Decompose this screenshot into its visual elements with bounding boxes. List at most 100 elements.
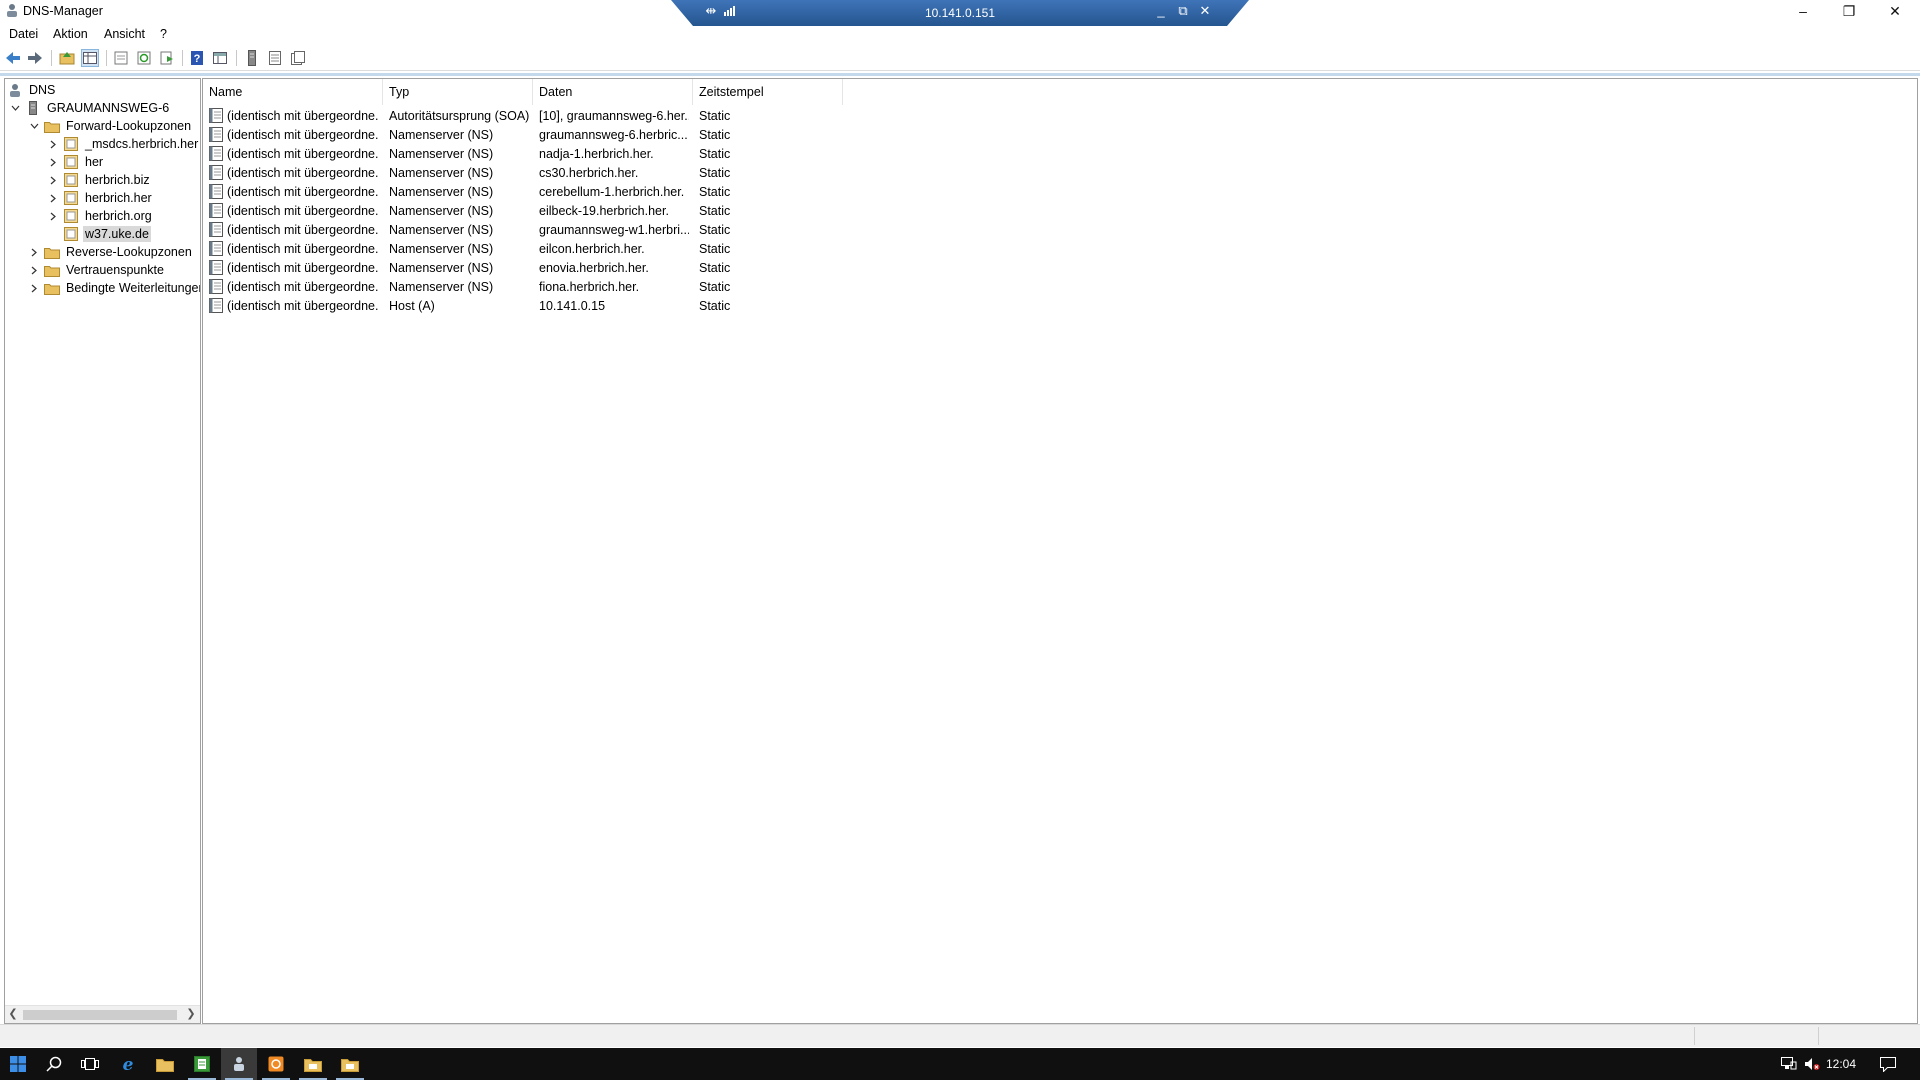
table-row[interactable]: (identisch mit übergeordne... Namenserver… [203,144,843,163]
chevron-right-icon[interactable] [28,246,40,258]
tree-item-zone[interactable]: herbrich.org [47,207,154,225]
record-list-icon[interactable] [266,49,284,67]
chevron-down-icon[interactable] [28,120,40,132]
search-icon[interactable] [36,1048,72,1080]
tree-item-label: herbrich.org [85,209,152,223]
toolbar: ? [0,46,1920,71]
tree-item-zone[interactable]: herbrich.her [47,189,154,207]
chevron-right-icon[interactable] [47,210,59,222]
chevron-right-icon[interactable] [28,264,40,276]
cell-name: (identisch mit übergeordne... [227,128,379,142]
records-list-pane[interactable]: Name Typ Daten Zeitstempel (identisch mi… [202,78,1918,1024]
table-row[interactable]: (identisch mit übergeordne... Namenserver… [203,220,843,239]
tree-item-conditional-forwarders[interactable]: Bedingte Weiterleitungen [28,279,200,297]
cell-data: graumannsweg-6.herbric... [539,128,688,142]
menu-view[interactable]: Ansicht [104,27,145,41]
close-button[interactable]: ✕ [1872,0,1918,22]
dns-manager-icon[interactable] [221,1048,257,1080]
internet-explorer-icon[interactable]: e [110,1048,146,1080]
chevron-right-icon[interactable] [47,156,59,168]
chevron-right-icon[interactable] [47,192,59,204]
svg-text:?: ? [194,53,201,65]
server-icon[interactable] [243,49,261,67]
table-row[interactable]: (identisch mit übergeordne... Namenserver… [203,163,843,182]
tree-item-label: GRAUMANNSWEG-6 [47,101,170,115]
properties-icon[interactable] [112,49,130,67]
refresh-icon[interactable] [135,49,153,67]
scroll-right-icon[interactable]: ❯ [183,1007,199,1020]
tree-item-server[interactable]: GRAUMANNSWEG-6 [9,99,171,117]
forward-icon[interactable] [26,49,44,67]
column-header-timestamp[interactable]: Zeitstempel [693,79,843,105]
menu-action[interactable]: Aktion [53,27,88,41]
tree-item-zone[interactable]: herbrich.biz [47,171,152,189]
action-center-icon[interactable] [1880,1056,1896,1072]
toolbar-separator [106,50,107,66]
folder-icon-2[interactable] [332,1048,368,1080]
folder-icon[interactable] [295,1048,331,1080]
rdp-minimize-button[interactable]: _ [1153,3,1169,18]
cell-timestamp: Static [699,242,731,256]
table-row[interactable]: (identisch mit übergeordne... Autoritätsu… [203,106,843,125]
menu-help[interactable]: ? [160,27,167,41]
server-manager-icon[interactable] [184,1048,220,1080]
toolbar-separator [51,50,52,66]
tree-item-zone[interactable]: her [47,153,105,171]
toolbar-separator [182,50,183,66]
up-folder-icon[interactable] [58,49,76,67]
tree-item-reverse-lookup-zones[interactable]: Reverse-Lookupzonen [28,243,194,261]
tree-horizontal-scrollbar[interactable]: ❮ ❯ [5,1005,200,1023]
column-header-name[interactable]: Name [203,79,383,105]
cell-name: (identisch mit übergeordne... [227,280,379,294]
tree-item-dns-root[interactable]: DNS [7,81,57,99]
record-properties-icon[interactable] [289,49,307,67]
scroll-left-icon[interactable]: ❮ [5,1007,21,1020]
dns-record-icon [209,279,223,294]
tree-item-label: Vertrauenspunkte [66,263,164,277]
menu-file[interactable]: Datei [9,27,38,41]
help-icon[interactable]: ? [188,49,206,67]
table-row[interactable]: (identisch mit übergeordne... Namenserver… [203,258,843,277]
export-list-icon[interactable] [158,49,176,67]
chevron-down-icon[interactable] [9,102,21,114]
rdp-close-button[interactable]: ✕ [1197,3,1213,19]
rdp-restore-button[interactable]: ⧉ [1175,3,1191,19]
remote-desktop-connection-bar: ⇹ 10.141.0.151 _ ⧉ ✕ [671,0,1249,26]
table-row[interactable]: (identisch mit übergeordne... Namenserver… [203,182,843,201]
status-bar [0,1024,1920,1047]
zone-icon [63,191,79,205]
view-options-icon[interactable] [211,49,229,67]
file-explorer-icon[interactable] [147,1048,183,1080]
volume-muted-icon[interactable] [1804,1056,1820,1072]
column-header-type[interactable]: Typ [383,79,533,105]
table-row[interactable]: (identisch mit übergeordne... Namenserver… [203,201,843,220]
show-hide-tree-icon[interactable] [81,49,99,67]
cell-name: (identisch mit übergeordne... [227,223,379,237]
cell-type: Namenserver (NS) [389,166,494,180]
scrollbar-thumb[interactable] [23,1010,177,1020]
chevron-right-icon[interactable] [47,138,59,150]
table-row[interactable]: (identisch mit übergeordne... Namenserver… [203,277,843,296]
back-icon[interactable] [4,49,22,67]
app-orange-icon[interactable] [258,1048,294,1080]
chevron-right-icon[interactable] [47,174,59,186]
taskbar-clock[interactable]: 12:04 [1826,1057,1856,1071]
table-row[interactable]: (identisch mit übergeordne... Namenserver… [203,239,843,258]
table-row[interactable]: (identisch mit übergeordne... Namenserver… [203,125,843,144]
network-icon[interactable] [1781,1056,1797,1072]
task-view-icon[interactable] [72,1048,108,1080]
tree-item-forward-lookup-zones[interactable]: Forward-Lookupzonen [28,117,193,135]
restore-button[interactable]: ❐ [1826,0,1872,22]
tree-item-label: w37.uke.de [83,226,151,242]
start-icon[interactable] [0,1048,36,1080]
minimize-button[interactable]: – [1780,0,1826,22]
column-header-data[interactable]: Daten [533,79,693,105]
tree-item-trust-points[interactable]: Vertrauenspunkte [28,261,166,279]
chevron-right-icon[interactable] [28,282,40,294]
table-row[interactable]: (identisch mit übergeordne... Host (A) 10.… [203,296,843,315]
dns-record-icon [209,298,223,313]
tree-item-zone-selected[interactable]: w37.uke.de [63,225,151,243]
tree-pane[interactable]: DNS GRAUMANNSWEG-6 Forward-Lookupzonen _… [4,78,201,1024]
list-header: Name Typ Daten Zeitstempel [203,79,1917,105]
tree-item-zone[interactable]: _msdcs.herbrich.her [47,135,200,153]
